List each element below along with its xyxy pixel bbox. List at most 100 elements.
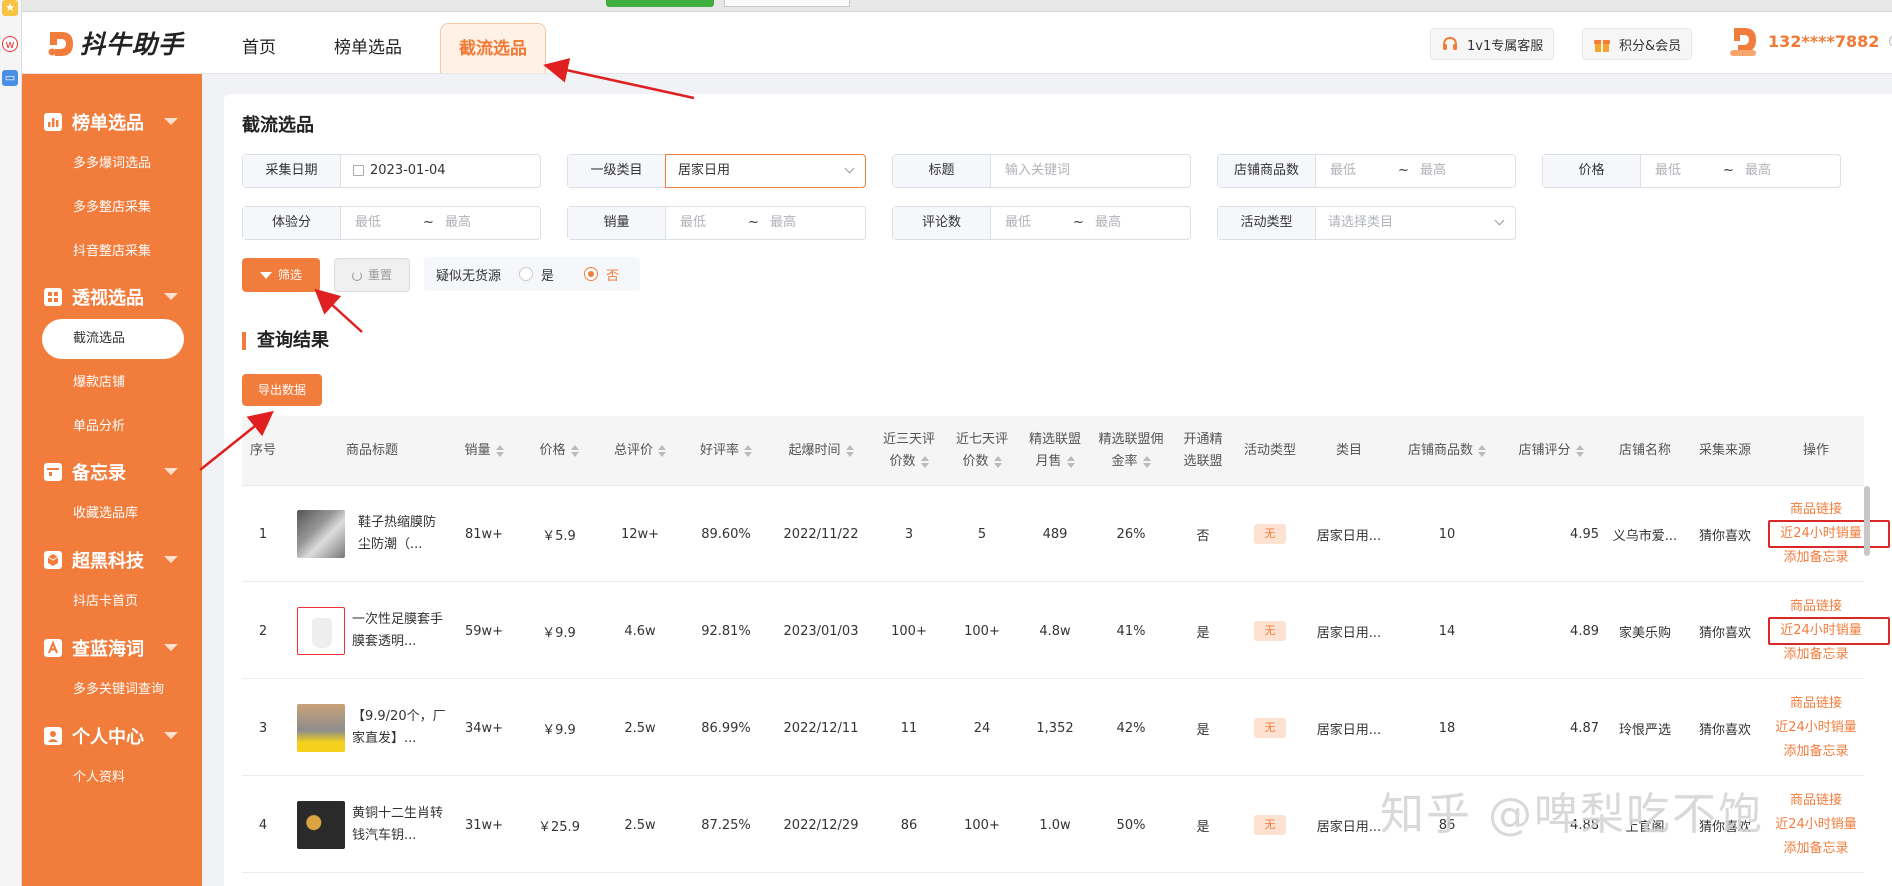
support-button[interactable]: 1v1专属客服 [1430,28,1555,60]
points-membership-button[interactable]: 积分&会员 [1582,28,1693,60]
product-title[interactable]: 一次性足膜套手膜套透明... [352,609,448,653]
range-max[interactable]: 最高 [1093,207,1121,239]
price-range[interactable]: 价格 最低 ~ 最高 [1542,154,1841,188]
product-link-button[interactable]: 商品链接 [1768,692,1864,716]
support-label: 1v1专属客服 [1467,38,1544,54]
range-max[interactable]: 最高 [1743,155,1771,187]
sidebar-item-pdd-store[interactable]: 多多整店采集 [22,188,202,228]
sidebar-item-profile-info[interactable]: 个人资料 [22,758,202,798]
col-good-rate[interactable]: 好评率 [683,416,769,486]
col-hot-time[interactable]: 起爆时间 [769,416,873,486]
product-thumbnail[interactable] [297,801,345,849]
col-3day-reviews[interactable]: 近三天评 价数 [873,416,945,486]
browser-grey-button[interactable] [724,0,850,7]
product-title[interactable]: 黄铜十二生肖转钱汽车钥... [352,803,448,847]
cell-3day: 3 [904,526,914,542]
calendar-icon [353,165,364,176]
weibo-icon[interactable]: w [2,36,18,52]
radio-no[interactable] [584,267,599,281]
sidebar-item-hot-stores[interactable]: 爆款店铺 [22,363,202,403]
product-link-button[interactable]: 商品链接 [1768,498,1864,522]
sidebar-item-intercept[interactable]: 截流选品 [42,319,184,359]
add-memo-button[interactable]: 添加备忘录 [1768,740,1864,764]
sidebar-group-label: 个人中心 [72,727,144,748]
col-total-reviews[interactable]: 总评价 [597,416,683,486]
star-icon[interactable]: ★ [2,0,18,16]
experience-score-range[interactable]: 体验分 最低 ~ 最高 [242,206,541,240]
nav-tab-ranking[interactable]: 榜单选品 [334,12,402,74]
sidebar-item-douyin-store[interactable]: 抖音整店采集 [22,232,202,272]
radio-no-label[interactable]: 否 [606,265,619,284]
browser-green-button[interactable] [606,0,714,7]
product-thumbnail[interactable] [297,510,345,558]
reviews-range[interactable]: 评论数 最低 ~ 最高 [892,206,1191,240]
sales-24h-button[interactable]: 近24小时销量 [1768,716,1864,740]
sidebar-item-product-analysis[interactable]: 单品分析 [22,407,202,447]
sidebar-item-pdd-hot-words[interactable]: 多多爆词选品 [22,144,202,184]
sidebar-group-black-tech[interactable]: 超黑科技 [22,540,202,580]
col-price[interactable]: 价格 [522,416,596,486]
keyword-field[interactable]: 标题 输入关键词 [892,154,1191,188]
sidebar-item-keyword-query[interactable]: 多多关键词查询 [22,670,202,710]
range-min[interactable]: 最低 [1316,155,1398,187]
user-icon [44,727,62,745]
sidebar-item-favorites[interactable]: 收藏选品库 [22,494,202,534]
range-min[interactable]: 最低 [991,207,1073,239]
radio-yes[interactable] [519,267,534,281]
reset-button[interactable]: 重置 [334,258,410,292]
store-goods-range[interactable]: 店铺商品数 最低 ~ 最高 [1217,154,1516,188]
product-thumbnail[interactable] [297,704,345,752]
add-memo-button[interactable]: 添加备忘录 [1768,546,1864,570]
export-button[interactable]: 导出数据 [242,374,322,406]
browser-side-gutter: ★ w ▭ [0,0,22,886]
range-min[interactable]: 最低 [1641,155,1723,187]
range-min[interactable]: 最低 [666,207,748,239]
product-link-button[interactable]: 商品链接 [1768,595,1864,619]
sales-24h-button[interactable]: 近24小时销量 [1768,813,1864,837]
product-thumbnail[interactable] [297,607,345,655]
app-logo[interactable]: 抖牛助手 [46,26,184,60]
col-7day-reviews[interactable]: 近七天评 价数 [945,416,1019,486]
col-store-goods[interactable]: 店铺商品数 [1393,416,1501,486]
table-scrollbar[interactable] [1864,486,1870,556]
cell-monthly: 1.0w [1039,817,1071,833]
filter-button[interactable]: 筛选 [242,258,320,292]
sidebar-item-store-card[interactable]: 抖店卡首页 [22,582,202,622]
col-alliance-monthly[interactable]: 精选联盟 月售 [1019,416,1091,486]
sidebar-group-blue-ocean[interactable]: 查蓝海词 [22,628,202,668]
range-max[interactable]: 最高 [768,207,796,239]
cell-store-score: 4.87 [1570,720,1599,736]
sales-range[interactable]: 销量 最低 ~ 最高 [567,206,866,240]
product-link-button[interactable]: 商品链接 [1768,789,1864,813]
product-title[interactable]: 【9.9/20个，厂家直发】... [352,706,448,750]
chevron-down-icon [164,556,178,563]
col-store-score[interactable]: 店铺评分 [1501,416,1601,486]
category-select[interactable]: 一级类目 居家日用 [567,154,866,188]
user-menu[interactable]: 132****7882 [1726,24,1892,58]
col-alliance-open: 开通精 选联盟 [1183,432,1223,469]
col-activity: 活动类型 [1243,443,1296,458]
sidebar-group-memo[interactable]: 备忘录 [22,452,202,492]
range-min[interactable]: 最低 [341,207,423,239]
range-max[interactable]: 最高 [443,207,471,239]
range-separator: ~ [423,215,434,230]
activity-type-select[interactable]: 活动类型 请选择类目 [1217,206,1516,240]
collect-date-field[interactable]: 采集日期 2023-01-04 [242,154,541,188]
range-separator: ~ [748,215,759,230]
radio-yes-label[interactable]: 是 [541,265,554,284]
sidebar: 榜单选品 多多爆词选品 多多整店采集 抖音整店采集 透视选品 截流选品 爆款店铺… [22,74,202,886]
sidebar-group-ranking[interactable]: 榜单选品 [22,102,202,142]
sidebar-group-profile[interactable]: 个人中心 [22,716,202,756]
range-separator: ~ [1723,163,1734,178]
chat-icon[interactable]: ▭ [2,70,18,86]
nav-tab-home[interactable]: 首页 [242,12,276,74]
col-commission-rate[interactable]: 精选联盟佣 金率 [1091,416,1171,486]
add-memo-button[interactable]: 添加备忘录 [1768,837,1864,861]
range-max[interactable]: 最高 [1418,155,1446,187]
col-sales[interactable]: 销量 [447,416,521,486]
nav-tab-intercept[interactable]: 截流选品 [440,23,546,73]
add-memo-button[interactable]: 添加备忘录 [1768,643,1864,667]
sort-icon [495,445,504,457]
sidebar-group-perspective[interactable]: 透视选品 [22,277,202,317]
product-title[interactable]: 鞋子热缩膜防尘防潮（... [352,512,448,556]
